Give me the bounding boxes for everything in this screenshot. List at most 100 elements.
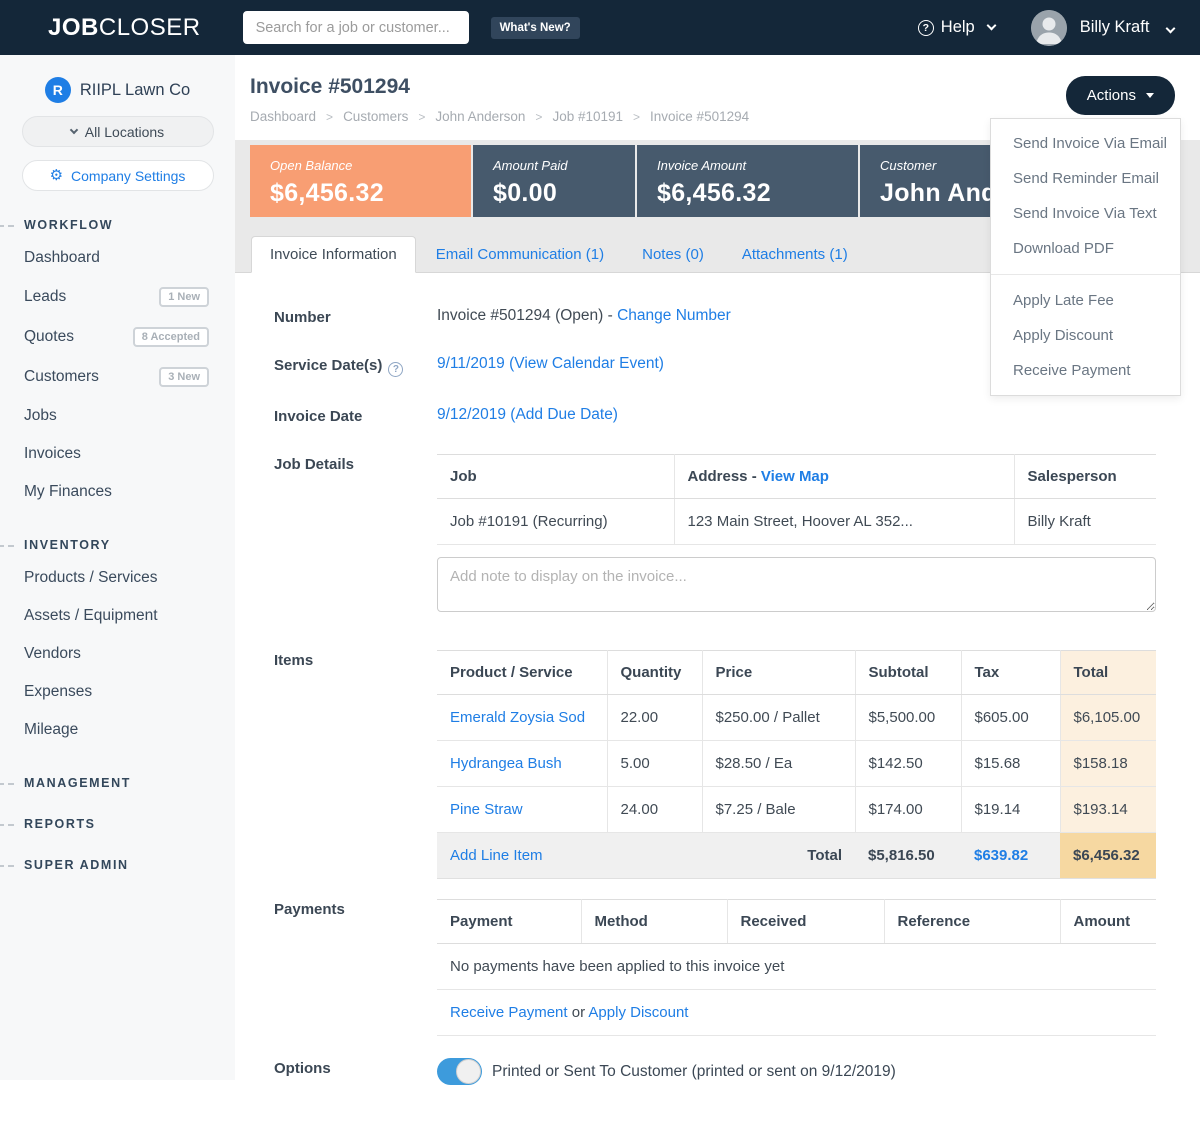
sidebar-item-jobs[interactable]: Jobs	[0, 397, 235, 435]
sidebar-item-label: Invoices	[24, 445, 81, 463]
item-product-link[interactable]: Hydrangea Bush	[450, 755, 562, 772]
add-due-date-link[interactable]: (Add Due Date)	[510, 406, 618, 423]
company-settings-button[interactable]: ⚙ Company Settings	[22, 160, 214, 191]
actions-label: Actions	[1087, 87, 1136, 104]
menu-divider	[991, 274, 1180, 275]
address-header-text: Address -	[688, 468, 761, 485]
breadcrumb-customer-name[interactable]: John Anderson	[408, 109, 525, 124]
total-column-header: Total	[1060, 651, 1156, 695]
item-row: Emerald Zoysia Sod 22.00 $250.00 / Palle…	[437, 695, 1156, 741]
received-column-header: Received	[727, 900, 884, 944]
sidebar-item-expenses[interactable]: Expenses	[0, 673, 235, 711]
tab-attachments[interactable]: Attachments (1)	[724, 237, 866, 272]
sidebar-item-customers[interactable]: Customers 3 New	[0, 357, 235, 397]
section-reports-header[interactable]: REPORTS	[0, 817, 235, 831]
items-subtotal-total: $5,816.50	[855, 833, 961, 879]
item-tax: $15.68	[961, 741, 1060, 787]
item-product-link[interactable]: Emerald Zoysia Sod	[450, 709, 585, 726]
main-content: Invoice #501294 Dashboard Customers John…	[235, 55, 1200, 1080]
sidebar-item-label: Products / Services	[24, 569, 158, 587]
printed-or-sent-toggle[interactable]	[437, 1058, 482, 1085]
sidebar-nav: WORKFLOW Dashboard Leads 1 New Quotes 8 …	[0, 218, 235, 872]
chevron-down-icon	[986, 21, 996, 31]
help-circle-icon[interactable]: ?	[388, 362, 403, 377]
tab-invoice-information[interactable]: Invoice Information	[251, 236, 416, 273]
options-row: Options Printed or Sent To Customer (pri…	[274, 1058, 1156, 1085]
company-name: RIIPL Lawn Co	[80, 81, 190, 100]
items-label: Items	[274, 650, 437, 879]
change-number-link[interactable]: Change Number	[617, 307, 731, 324]
help-menu[interactable]: ? Help	[918, 18, 995, 37]
sidebar: R RIIPL Lawn Co All Locations ⚙ Company …	[0, 55, 235, 1080]
view-map-link[interactable]: View Map	[761, 468, 829, 485]
user-menu[interactable]: Billy Kraft	[1080, 18, 1174, 37]
apply-discount-link[interactable]: Apply Discount	[588, 1004, 688, 1021]
company-header: R RIIPL Lawn Co	[0, 77, 235, 103]
stat-label: Invoice Amount	[657, 158, 838, 173]
caret-down-icon	[1146, 93, 1154, 98]
product-service-column-header: Product / Service	[437, 651, 607, 695]
actions-button[interactable]: Actions	[1066, 76, 1175, 115]
item-subtotal: $142.50	[855, 741, 961, 787]
service-date-link[interactable]: 9/11/2019	[437, 355, 505, 372]
menu-item-send-invoice-via-text[interactable]: Send Invoice Via Text	[991, 196, 1180, 231]
sidebar-item-label: Vendors	[24, 645, 81, 663]
breadcrumb-customers[interactable]: Customers	[316, 109, 408, 124]
tab-notes[interactable]: Notes (0)	[624, 237, 722, 272]
sidebar-item-mileage[interactable]: Mileage	[0, 711, 235, 749]
user-name: Billy Kraft	[1080, 18, 1150, 36]
items-tax-total-link[interactable]: $639.82	[974, 847, 1028, 864]
sidebar-item-quotes[interactable]: Quotes 8 Accepted	[0, 317, 235, 357]
items-table: Product / Service Quantity Price Subtota…	[437, 650, 1156, 879]
sidebar-item-vendors[interactable]: Vendors	[0, 635, 235, 673]
search-input[interactable]	[243, 11, 469, 44]
price-column-header: Price	[702, 651, 855, 695]
tax-column-header: Tax	[961, 651, 1060, 695]
sidebar-item-invoices[interactable]: Invoices	[0, 435, 235, 473]
view-calendar-event-link[interactable]: (View Calendar Event)	[509, 355, 664, 372]
item-row: Pine Straw 24.00 $7.25 / Bale $174.00 $1…	[437, 787, 1156, 833]
menu-item-send-invoice-via-email[interactable]: Send Invoice Via Email	[991, 126, 1180, 161]
stat-label: Open Balance	[270, 158, 451, 173]
sidebar-item-label: Leads	[24, 288, 66, 306]
sidebar-item-dashboard[interactable]: Dashboard	[0, 239, 235, 277]
tab-email-communication[interactable]: Email Communication (1)	[418, 237, 622, 272]
invoice-date-row: Invoice Date 9/12/2019 (Add Due Date)	[274, 406, 1156, 425]
sidebar-item-label: My Finances	[24, 483, 112, 501]
payments-table: Payment Method Received Reference Amount…	[437, 899, 1156, 1036]
menu-item-download-pdf[interactable]: Download PDF	[991, 231, 1180, 266]
payments-actions-row: Receive Payment or Apply Discount	[437, 990, 1156, 1036]
breadcrumb-dashboard[interactable]: Dashboard	[250, 109, 316, 124]
sidebar-item-assets-equipment[interactable]: Assets / Equipment	[0, 597, 235, 635]
invoice-date-link[interactable]: 9/12/2019	[437, 406, 506, 423]
item-product-link[interactable]: Pine Straw	[450, 801, 523, 818]
sidebar-item-label: Customers	[24, 368, 99, 386]
address-cell: 123 Main Street, Hoover AL 352...	[674, 499, 1014, 545]
quantity-column-header: Quantity	[607, 651, 702, 695]
item-total: $6,105.00	[1060, 695, 1156, 741]
menu-item-apply-discount[interactable]: Apply Discount	[991, 318, 1180, 353]
invoice-note-input[interactable]	[437, 557, 1156, 612]
receive-payment-link[interactable]: Receive Payment	[450, 1004, 568, 1021]
stat-value: $6,456.32	[270, 179, 451, 208]
user-avatar[interactable]	[1031, 10, 1067, 46]
sidebar-item-leads[interactable]: Leads 1 New	[0, 277, 235, 317]
logo-light: CLOSER	[99, 14, 201, 41]
sidebar-item-label: Dashboard	[24, 249, 100, 267]
sidebar-item-my-finances[interactable]: My Finances	[0, 473, 235, 511]
menu-item-apply-late-fee[interactable]: Apply Late Fee	[991, 283, 1180, 318]
menu-item-send-reminder-email[interactable]: Send Reminder Email	[991, 161, 1180, 196]
whats-new-button[interactable]: What's New?	[491, 17, 580, 39]
amount-column-header: Amount	[1060, 900, 1156, 944]
stat-amount-paid: Amount Paid $0.00	[473, 145, 635, 217]
toggle-knob	[456, 1059, 481, 1084]
sidebar-item-products-services[interactable]: Products / Services	[0, 559, 235, 597]
all-locations-selector[interactable]: All Locations	[22, 116, 214, 147]
payments-label: Payments	[274, 899, 437, 1036]
add-line-item-link[interactable]: Add Line Item	[450, 847, 543, 864]
section-management-header[interactable]: MANAGEMENT	[0, 776, 235, 790]
section-workflow-header: WORKFLOW	[0, 218, 235, 232]
section-super-admin-header[interactable]: SUPER ADMIN	[0, 858, 235, 872]
breadcrumb-job[interactable]: Job #10191	[525, 109, 623, 124]
menu-item-receive-payment[interactable]: Receive Payment	[991, 353, 1180, 388]
